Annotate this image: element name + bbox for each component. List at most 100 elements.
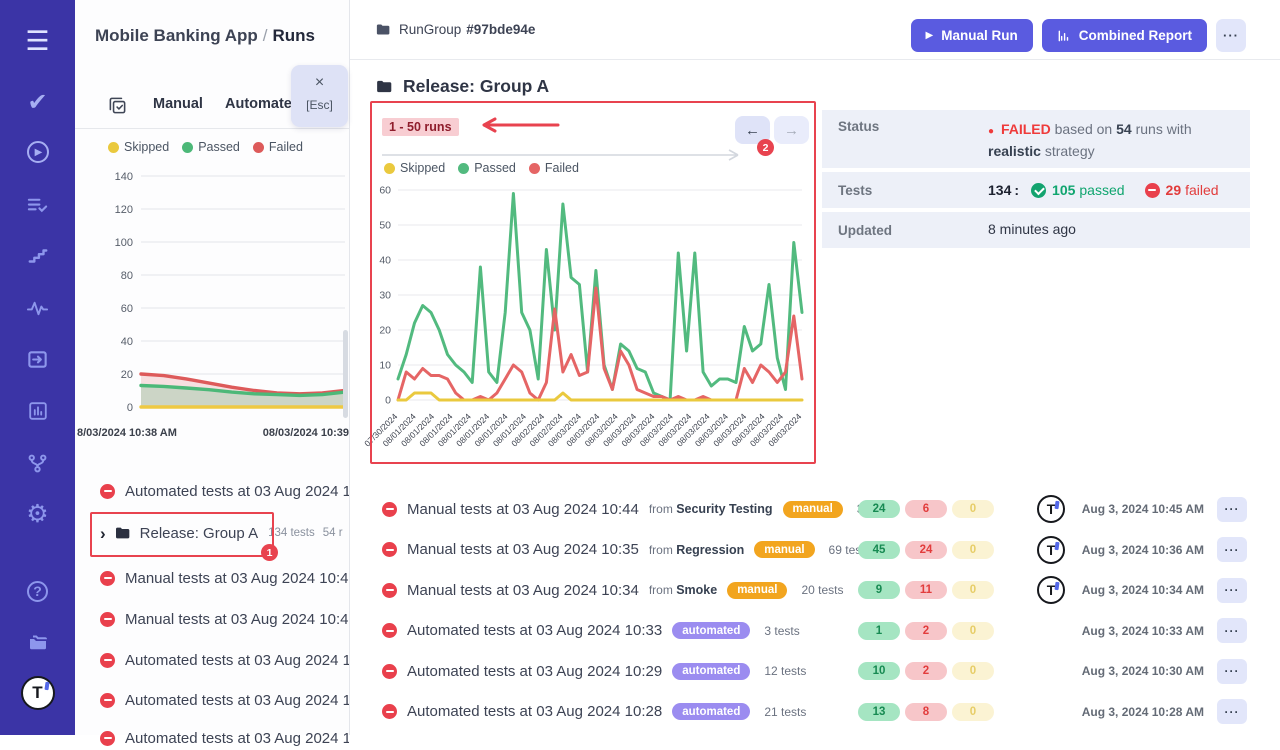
breadcrumb-separator: / xyxy=(263,26,268,45)
header-menu-button[interactable]: ··· xyxy=(1216,19,1246,52)
runs-history-chart-zone: 1 - 50 runs ← → 2 Skipped Passed Failed … xyxy=(372,103,814,462)
failed-status-icon xyxy=(382,502,397,517)
run-list: Manual tests at 03 Aug 2024 10:44from Se… xyxy=(350,489,1280,732)
svg-text:30: 30 xyxy=(379,290,391,302)
failed-pill: 24 xyxy=(905,541,947,559)
skipped-pill: 0 xyxy=(952,500,994,518)
run-timestamp: Aug 3, 2024 10:36 AM xyxy=(1082,543,1204,557)
left-run-item[interactable]: Automated tests at 03 Aug 2024 10 xyxy=(75,479,349,503)
status-value: ● FAILED based on 54 runs with realistic… xyxy=(988,119,1234,162)
folder-icon xyxy=(114,525,130,541)
run-type-badge: manual xyxy=(754,541,814,558)
failed-pill: 8 xyxy=(905,703,947,721)
svg-text:140: 140 xyxy=(115,171,133,183)
failed-status-icon xyxy=(382,623,397,638)
tests-row: Tests 134 : 105 passed 29 failed xyxy=(822,172,1250,208)
run-source-name: Regression xyxy=(676,543,744,557)
run-timestamp: Aug 3, 2024 10:34 AM xyxy=(1082,583,1204,597)
left-panel-scrollbar[interactable] xyxy=(343,330,348,418)
list-check-icon[interactable] xyxy=(0,188,75,222)
group-title: Release: Group A xyxy=(140,525,258,542)
folder-icon xyxy=(375,78,392,95)
left-run-item[interactable]: Automated tests at 03 Aug 2024 10 xyxy=(75,648,349,672)
passed-dot-icon xyxy=(182,142,193,153)
pagination-arrow-icon xyxy=(380,148,752,162)
chevron-right-icon[interactable]: › xyxy=(100,525,106,542)
left-run-group-item[interactable]: › Release: Group A 134 tests54 r xyxy=(75,521,349,545)
run-title[interactable]: Manual tests at 03 Aug 2024 10:44 xyxy=(407,501,639,518)
skipped-dot-icon xyxy=(108,142,119,153)
failed-status-icon xyxy=(100,731,115,746)
menu-icon[interactable]: ☰ xyxy=(0,24,75,58)
select-all-icon[interactable] xyxy=(108,96,127,120)
group-tests-count: 134 tests xyxy=(268,527,315,539)
passed-pill: 9 xyxy=(858,581,900,599)
settings-gear-icon[interactable]: ⚙ xyxy=(0,497,75,531)
tab-automated[interactable]: Automated xyxy=(225,96,301,112)
run-title[interactable]: Automated tests at 03 Aug 2024 10:29 xyxy=(407,663,662,680)
run-row[interactable]: Manual tests at 03 Aug 2024 10:34from Sm… xyxy=(350,570,1280,611)
left-run-item[interactable]: Automated tests at 03 Aug 2024 10 xyxy=(75,726,349,750)
chart-next-button[interactable]: → xyxy=(774,116,809,144)
failed-status-icon xyxy=(100,612,115,627)
esc-dismiss-card[interactable]: × [Esc] xyxy=(291,65,348,127)
run-menu-button[interactable]: ··· xyxy=(1217,699,1247,724)
help-icon[interactable]: ? xyxy=(0,574,75,608)
activity-icon[interactable] xyxy=(0,291,75,325)
left-run-item[interactable]: Automated tests at 03 Aug 2024 10 xyxy=(75,688,349,712)
run-timestamp: Aug 3, 2024 10:45 AM xyxy=(1082,502,1204,516)
run-row[interactable]: Manual tests at 03 Aug 2024 10:44from Se… xyxy=(350,489,1280,530)
run-title[interactable]: Manual tests at 03 Aug 2024 10:35 xyxy=(407,541,639,558)
run-type-badge: manual xyxy=(727,582,787,599)
run-row[interactable]: Automated tests at 03 Aug 2024 10:28auto… xyxy=(350,692,1280,733)
left-run-item[interactable]: Manual tests at 03 Aug 2024 10:42 xyxy=(75,607,349,631)
run-title[interactable]: Automated tests at 03 Aug 2024 10:33 xyxy=(407,622,662,639)
run-menu-button[interactable]: ··· xyxy=(1217,497,1247,522)
run-menu-button[interactable]: ··· xyxy=(1217,578,1247,603)
svg-text:60: 60 xyxy=(121,303,133,315)
testomat-logo-icon[interactable]: T xyxy=(0,676,75,710)
tests-label: Tests xyxy=(838,183,988,198)
skipped-pill: 0 xyxy=(952,581,994,599)
skipped-pill: 0 xyxy=(952,541,994,559)
annotation-arrow-icon xyxy=(472,115,564,135)
run-title: Automated tests at 03 Aug 2024 10 xyxy=(125,652,349,669)
run-menu-button[interactable]: ··· xyxy=(1217,659,1247,684)
svg-text:0: 0 xyxy=(385,395,391,407)
run-menu-button[interactable]: ··· xyxy=(1217,537,1247,562)
failed-status-icon xyxy=(100,653,115,668)
result-pills: 9110 xyxy=(858,581,994,599)
run-title[interactable]: Manual tests at 03 Aug 2024 10:34 xyxy=(407,582,639,599)
check-icon[interactable]: ✔ xyxy=(0,86,75,120)
svg-text:100: 100 xyxy=(115,237,133,249)
play-circle-icon[interactable]: ▶ xyxy=(0,135,75,169)
left-run-item[interactable]: Manual tests at 03 Aug 2024 10:43 xyxy=(75,566,349,590)
failed-pill: 2 xyxy=(905,622,947,640)
run-source-name: Smoke xyxy=(676,583,717,597)
sign-in-icon[interactable] xyxy=(0,342,75,376)
run-row[interactable]: Automated tests at 03 Aug 2024 10:29auto… xyxy=(350,651,1280,692)
folders-icon[interactable] xyxy=(0,625,75,659)
run-source: from Regression xyxy=(649,543,744,557)
breadcrumb: Mobile Banking App/Runs xyxy=(95,26,315,46)
steps-icon[interactable] xyxy=(0,239,75,273)
tab-manual[interactable]: Manual xyxy=(153,96,203,112)
esc-key-label: [Esc] xyxy=(291,98,348,112)
manual-run-button[interactable]: ▶Manual Run xyxy=(911,19,1033,52)
skipped-pill: 0 xyxy=(952,622,994,640)
passed-pill: 10 xyxy=(858,662,900,680)
group-meta: 134 tests54 r xyxy=(268,527,343,539)
close-icon[interactable]: × xyxy=(291,74,348,92)
run-timestamp: Aug 3, 2024 10:30 AM xyxy=(1082,664,1204,678)
run-row[interactable]: Automated tests at 03 Aug 2024 10:33auto… xyxy=(350,611,1280,652)
run-title[interactable]: Automated tests at 03 Aug 2024 10:28 xyxy=(407,703,662,720)
git-branch-icon[interactable] xyxy=(0,446,75,480)
bar-chart-icon[interactable] xyxy=(0,394,75,428)
svg-text:60: 60 xyxy=(379,185,391,197)
combined-report-button[interactable]: Combined Report xyxy=(1042,19,1207,52)
run-row[interactable]: Manual tests at 03 Aug 2024 10:35 from Re… xyxy=(350,530,1280,571)
project-name[interactable]: Mobile Banking App xyxy=(95,26,258,45)
run-menu-button[interactable]: ··· xyxy=(1217,618,1247,643)
result-pills: 2460 xyxy=(858,500,994,518)
svg-text:50: 50 xyxy=(379,220,391,232)
